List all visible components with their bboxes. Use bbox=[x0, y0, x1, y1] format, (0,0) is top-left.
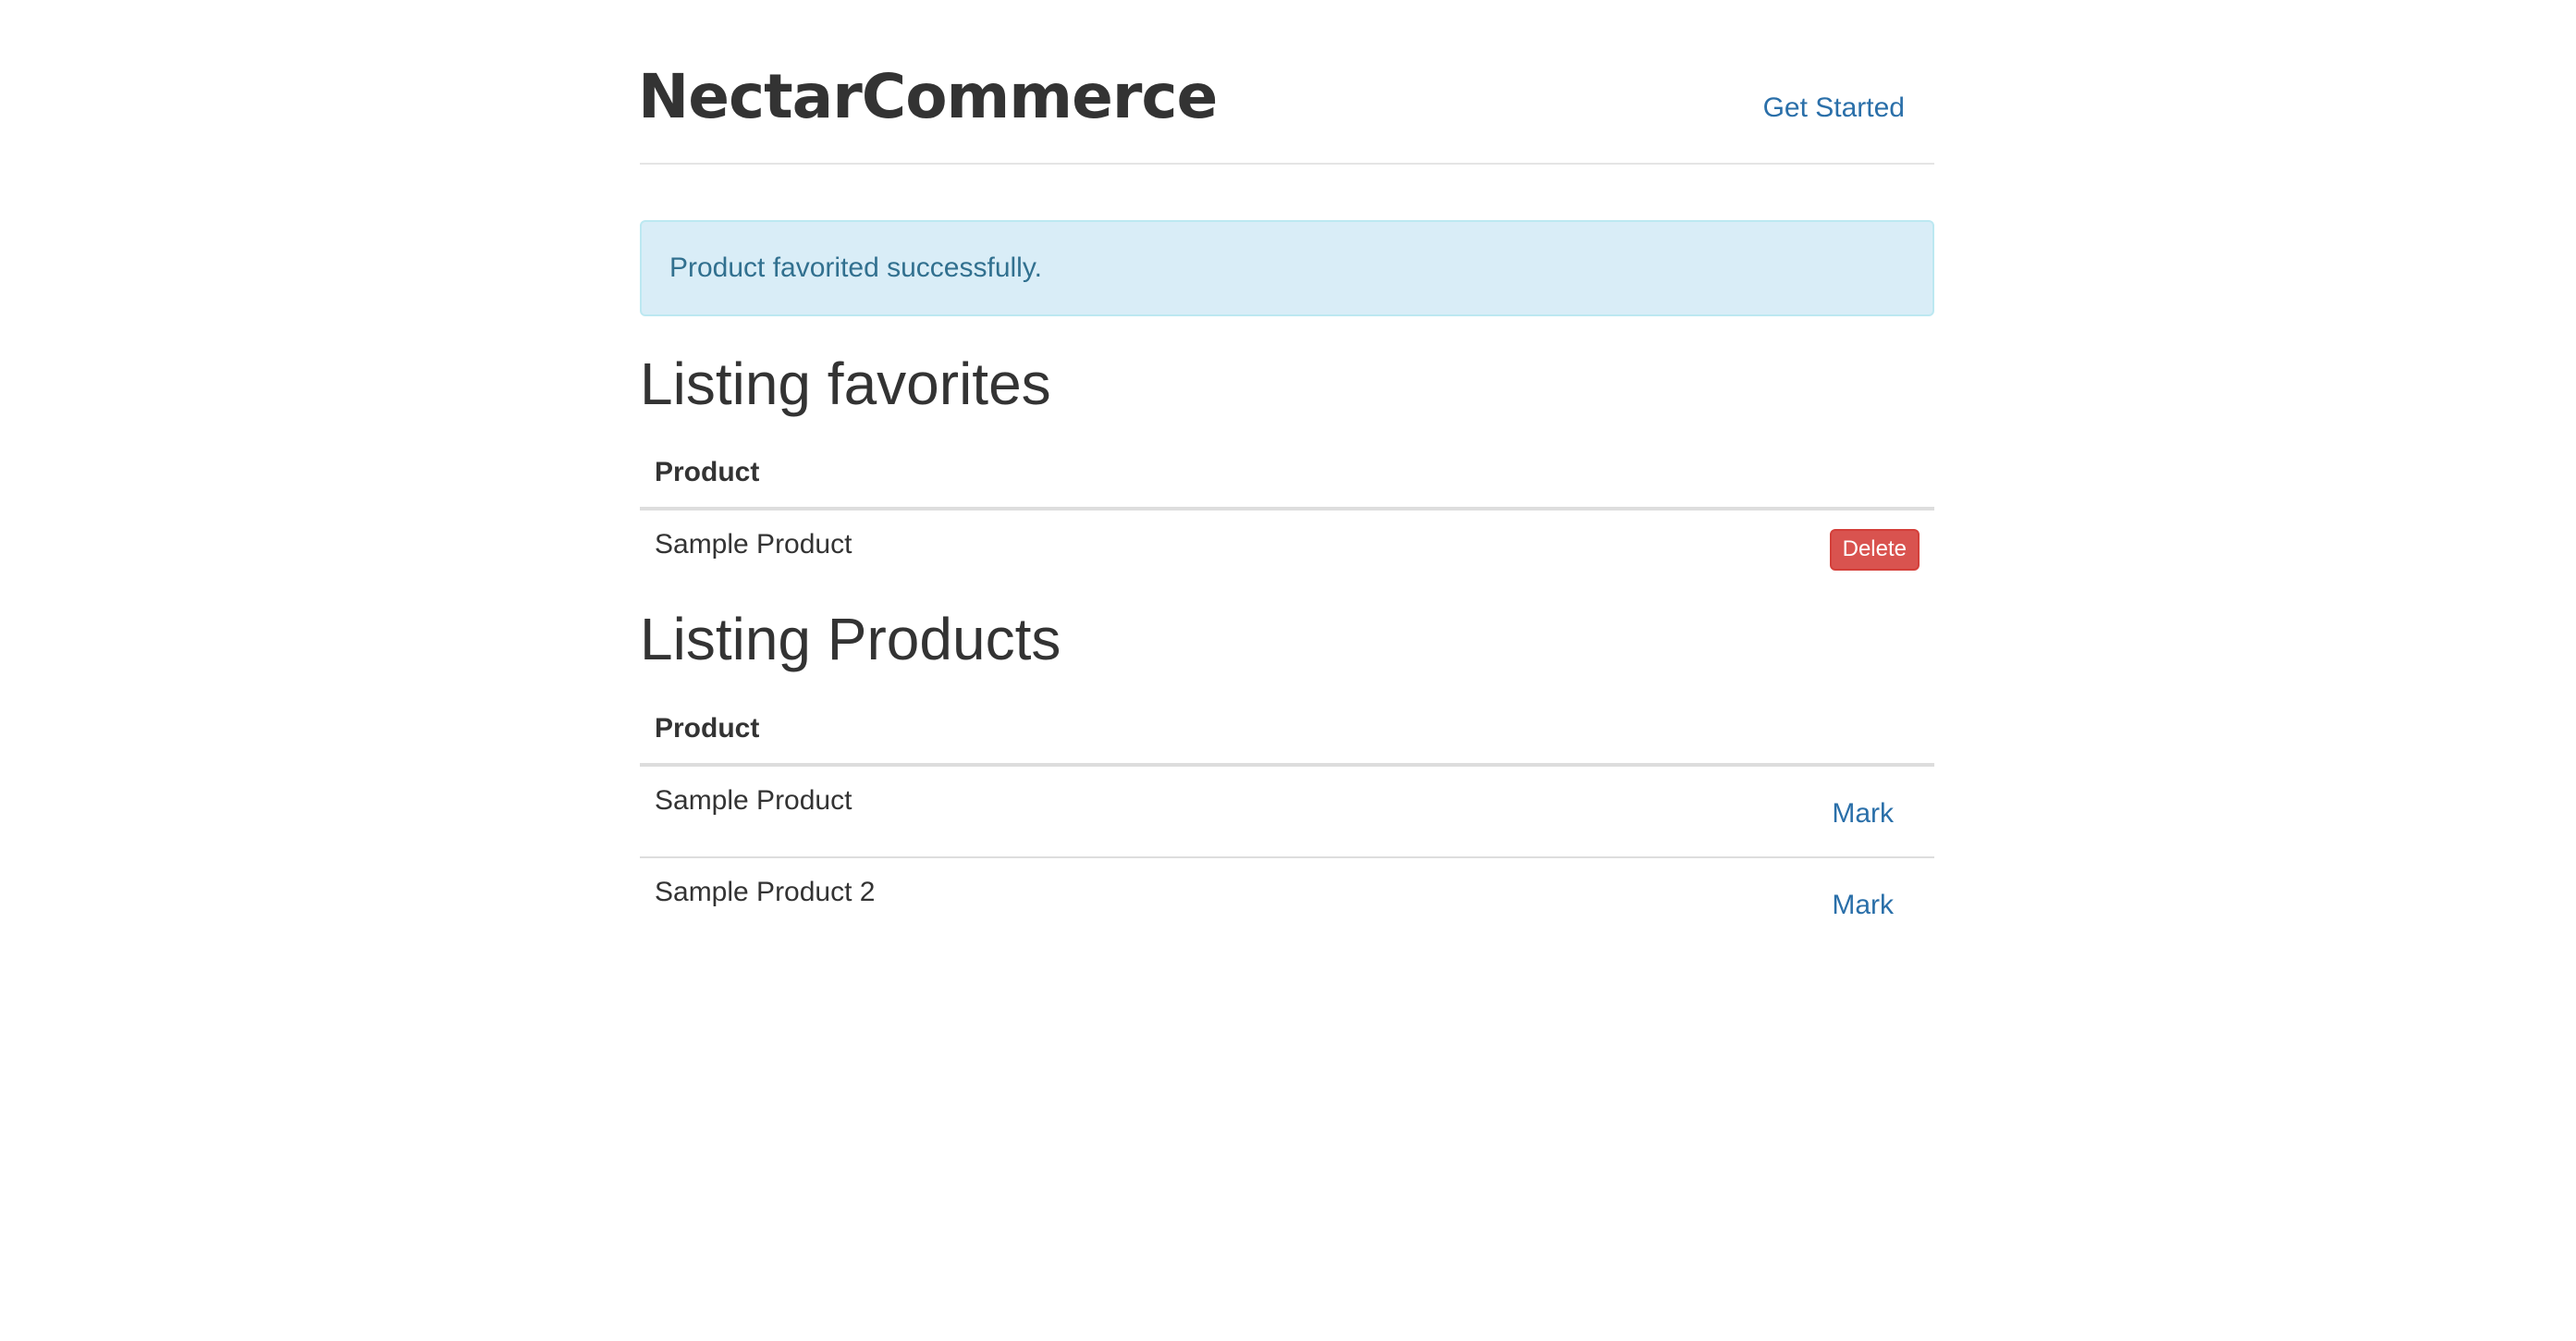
favorites-action-column-header bbox=[1487, 457, 1934, 511]
brand-logo[interactable]: NectarCommerce bbox=[638, 67, 1218, 128]
mark-link[interactable]: Mark bbox=[1832, 798, 1894, 830]
delete-button[interactable]: Delete bbox=[1829, 529, 1920, 572]
favorite-product-name: Sample Product bbox=[655, 529, 853, 560]
favorite-row: Sample Product Delete bbox=[640, 509, 1934, 594]
favorite-action-cell: Delete bbox=[1488, 509, 1934, 594]
product-action-cell: Mark bbox=[1521, 765, 1934, 857]
product-action-cell: Mark bbox=[1521, 855, 1934, 950]
products-table: Product Sample Product Mark Sample Produ… bbox=[640, 712, 1934, 950]
product-row: Sample Product Mark bbox=[640, 765, 1934, 857]
get-started-link[interactable]: Get Started bbox=[1763, 94, 1905, 122]
products-product-column-header: Product bbox=[640, 712, 1522, 767]
product-name: Sample Product 2 bbox=[640, 855, 1522, 950]
product-row: Sample Product 2 Mark bbox=[640, 855, 1934, 950]
main-container: NectarCommerce Get Started Product favor… bbox=[638, 0, 1934, 950]
product-name: Sample Product bbox=[655, 784, 853, 816]
products-action-column-header bbox=[1521, 712, 1934, 767]
favorites-table: Product Sample Product Delete bbox=[640, 457, 1934, 594]
info-alert: Product favorited successfully. bbox=[640, 220, 1934, 316]
site-header: NectarCommerce Get Started bbox=[638, 0, 1934, 165]
alert-message: Product favorited successfully. bbox=[669, 252, 1042, 283]
favorites-header-row: Product bbox=[640, 457, 1934, 511]
products-heading: Listing Products bbox=[640, 606, 1061, 673]
favorites-heading: Listing favorites bbox=[640, 351, 1051, 417]
products-header-row: Product bbox=[640, 712, 1934, 767]
favorites-product-column-header: Product bbox=[640, 457, 1488, 511]
mark-link[interactable]: Mark bbox=[1832, 890, 1894, 921]
